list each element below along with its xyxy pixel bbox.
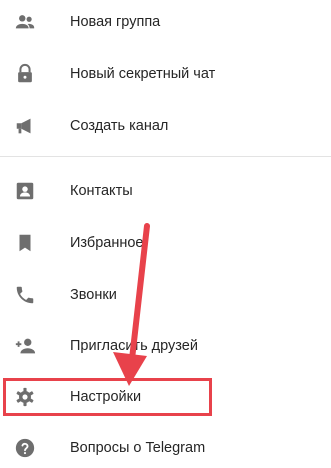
menu-item-saved[interactable]: Избранное <box>0 223 331 263</box>
add-person-icon <box>14 335 36 357</box>
menu-item-label: Создать канал <box>70 118 169 134</box>
help-icon <box>14 437 36 459</box>
menu-item-label: Пригласить друзей <box>70 338 198 354</box>
menu-item-label: Звонки <box>70 287 117 303</box>
menu-item-telegram-faq[interactable]: Вопросы о Telegram <box>0 428 331 468</box>
menu-item-label: Новая группа <box>70 14 161 30</box>
menu-item-secret-chat[interactable]: Новый секретный чат <box>0 54 331 94</box>
menu-item-invite-friends[interactable]: Пригласить друзей <box>0 326 331 366</box>
menu-item-create-channel[interactable]: Создать канал <box>0 106 331 146</box>
menu-divider <box>0 156 331 157</box>
menu-item-label: Вопросы о Telegram <box>70 440 206 456</box>
menu-item-new-group[interactable]: Новая группа <box>0 2 331 42</box>
menu-item-contacts[interactable]: Контакты <box>0 171 331 211</box>
menu-item-calls[interactable]: Звонки <box>0 275 331 315</box>
menu-item-label: Новый секретный чат <box>70 66 216 82</box>
contact-card-icon <box>14 180 36 202</box>
settings-highlight-box <box>3 378 212 416</box>
menu-item-label: Избранное <box>70 235 144 251</box>
menu-item-label: Контакты <box>70 183 133 199</box>
bookmark-icon <box>14 232 36 254</box>
lock-icon <box>14 63 36 85</box>
phone-icon <box>14 284 36 306</box>
megaphone-icon <box>14 115 36 137</box>
group-icon <box>14 11 36 33</box>
